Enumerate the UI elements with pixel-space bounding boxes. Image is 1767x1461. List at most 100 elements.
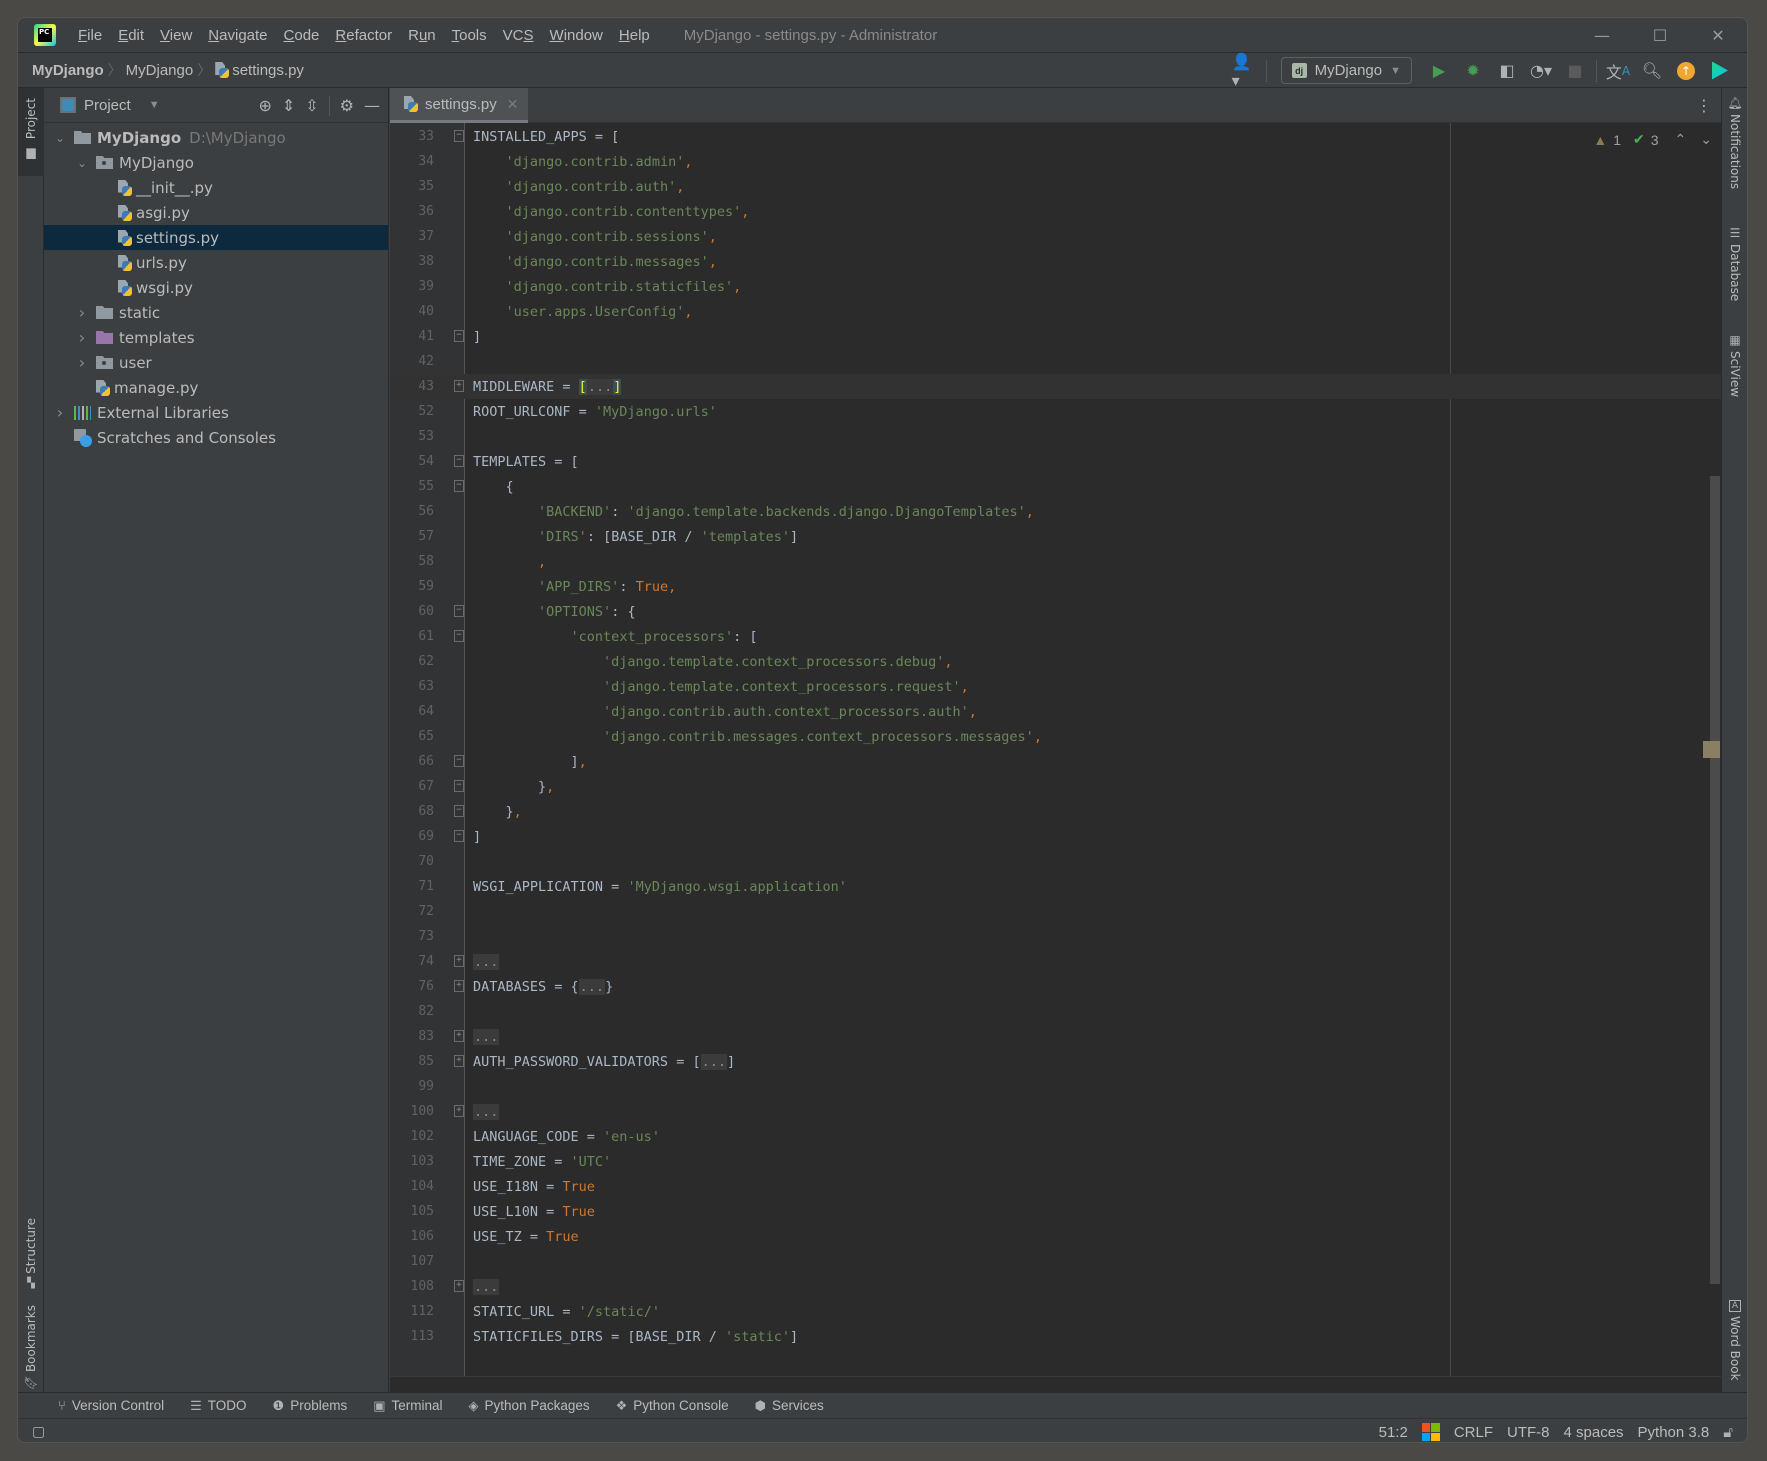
chevron-down-icon[interactable]: ⌄: [74, 156, 90, 170]
vertical-scrollbar[interactable]: [1710, 476, 1720, 1284]
line-number[interactable]: 58: [390, 554, 434, 569]
folded-placeholder[interactable]: ...: [578, 978, 606, 995]
line-number[interactable]: 42: [390, 354, 434, 369]
line-number[interactable]: 59: [390, 579, 434, 594]
line-number[interactable]: 55: [390, 479, 434, 494]
line-number[interactable]: 83: [390, 1029, 434, 1044]
tool-window-python-console[interactable]: ❖ Python Console: [616, 1398, 729, 1414]
inspection-widget[interactable]: ▲ 1 ✔ 3 ⌃ ⌄: [1593, 131, 1712, 148]
tool-window-problems[interactable]: ❶ Problems: [273, 1398, 348, 1414]
tree-item[interactable]: › user: [44, 350, 388, 375]
folded-placeholder[interactable]: ...: [473, 1103, 500, 1120]
fold-expand-icon[interactable]: +: [454, 955, 464, 967]
line-number[interactable]: 69: [390, 829, 434, 844]
tree-item[interactable]: › External Libraries: [44, 400, 388, 425]
hide-panel-icon[interactable]: —: [364, 96, 380, 115]
folded-placeholder[interactable]: ...: [473, 1278, 500, 1295]
line-number[interactable]: 108: [390, 1279, 434, 1294]
line-number[interactable]: 99: [390, 1079, 434, 1094]
line-number[interactable]: 104: [390, 1179, 434, 1194]
previous-highlight-icon[interactable]: ⌃: [1675, 131, 1687, 148]
line-number[interactable]: 39: [390, 279, 434, 294]
indent-setting[interactable]: 4 spaces: [1564, 1424, 1624, 1441]
breadcrumb-file[interactable]: settings.py: [215, 62, 304, 79]
tree-item[interactable]: › templates: [44, 325, 388, 350]
line-number[interactable]: 76: [390, 979, 434, 994]
line-number[interactable]: 57: [390, 529, 434, 544]
menu-navigate[interactable]: Navigate: [200, 27, 275, 44]
chevron-right-icon[interactable]: ›: [74, 328, 90, 347]
python-interpreter[interactable]: Python 3.8: [1638, 1424, 1710, 1441]
tree-item[interactable]: › static: [44, 300, 388, 325]
menu-refactor[interactable]: Refactor: [327, 27, 400, 44]
coverage-icon[interactable]: ◧: [1494, 58, 1520, 84]
line-number[interactable]: 54: [390, 454, 434, 469]
line-number[interactable]: 65: [390, 729, 434, 744]
chevron-right-icon[interactable]: ›: [74, 303, 90, 322]
menu-code[interactable]: Code: [276, 27, 328, 44]
line-number[interactable]: 60: [390, 604, 434, 619]
line-number[interactable]: 36: [390, 204, 434, 219]
fold-collapse-icon[interactable]: −: [454, 130, 464, 142]
update-icon[interactable]: ↑: [1673, 58, 1699, 84]
line-number[interactable]: 43: [390, 379, 434, 394]
line-number[interactable]: 35: [390, 179, 434, 194]
line-number[interactable]: 70: [390, 854, 434, 869]
profile-icon[interactable]: ◔▾: [1528, 58, 1554, 84]
fold-collapse-icon[interactable]: −: [454, 455, 464, 467]
line-number[interactable]: 112: [390, 1304, 434, 1319]
line-number[interactable]: 66: [390, 754, 434, 769]
fold-expand-icon[interactable]: +: [454, 1105, 464, 1117]
menu-file[interactable]: File: [70, 27, 110, 44]
line-number[interactable]: 113: [390, 1329, 434, 1344]
gear-icon[interactable]: ⚙: [340, 96, 354, 115]
tree-item[interactable]: ⌄ MyDjango: [44, 150, 388, 175]
fold-collapse-icon[interactable]: −: [454, 830, 464, 842]
tool-window-services[interactable]: ⬢ Services: [755, 1398, 824, 1414]
tree-item[interactable]: urls.py: [44, 250, 388, 275]
line-number[interactable]: 103: [390, 1154, 434, 1169]
line-number[interactable]: 82: [390, 1004, 434, 1019]
line-number[interactable]: 71: [390, 879, 434, 894]
menu-vcs[interactable]: VCS: [495, 27, 542, 44]
tool-window-version-control[interactable]: ⑂ Version Control: [58, 1398, 164, 1413]
tool-tab-word-book[interactable]: A Word Book: [1722, 1300, 1747, 1395]
account-icon[interactable]: 👤▾: [1232, 52, 1258, 90]
line-number[interactable]: 53: [390, 429, 434, 444]
menu-tools[interactable]: Tools: [444, 27, 495, 44]
fold-expand-icon[interactable]: +: [454, 1030, 464, 1042]
line-number[interactable]: 102: [390, 1129, 434, 1144]
fold-collapse-icon[interactable]: −: [454, 755, 464, 767]
menu-window[interactable]: Window: [542, 27, 611, 44]
tree-item[interactable]: wsgi.py: [44, 275, 388, 300]
code-with-me-icon[interactable]: [1707, 58, 1733, 84]
breadcrumb-project[interactable]: MyDjango: [32, 62, 104, 79]
fold-collapse-icon[interactable]: −: [454, 630, 464, 642]
project-view-selector[interactable]: Project ▼: [60, 97, 160, 114]
line-number[interactable]: 38: [390, 254, 434, 269]
line-number[interactable]: 61: [390, 629, 434, 644]
line-number[interactable]: 64: [390, 704, 434, 719]
menu-run[interactable]: Run: [400, 27, 444, 44]
line-number[interactable]: 68: [390, 804, 434, 819]
line-number[interactable]: 37: [390, 229, 434, 244]
tool-tab-sciview[interactable]: ▦ SciView: [1722, 333, 1747, 413]
menu-view[interactable]: View: [152, 27, 200, 44]
chevron-right-icon[interactable]: ›: [74, 353, 90, 372]
expand-all-icon[interactable]: ⇕: [282, 96, 295, 115]
line-number[interactable]: 56: [390, 504, 434, 519]
line-number[interactable]: 62: [390, 654, 434, 669]
line-number[interactable]: 74: [390, 954, 434, 969]
menu-edit[interactable]: Edit: [110, 27, 152, 44]
folded-placeholder[interactable]: ...: [473, 1028, 500, 1045]
tree-item[interactable]: ⌄ MyDjango D:\MyDjango: [44, 125, 388, 150]
line-number[interactable]: 41: [390, 329, 434, 344]
tool-window-terminal[interactable]: ▣ Terminal: [373, 1398, 442, 1414]
folded-placeholder[interactable]: ...: [700, 1053, 727, 1070]
line-number[interactable]: 107: [390, 1254, 434, 1269]
tool-tab-notifications[interactable]: 🔔︎ Notifications: [1722, 96, 1747, 196]
line-number[interactable]: 72: [390, 904, 434, 919]
folded-placeholder[interactable]: ...: [473, 953, 500, 970]
line-number[interactable]: 63: [390, 679, 434, 694]
run-configuration-select[interactable]: dj MyDjango ▼: [1280, 57, 1412, 84]
